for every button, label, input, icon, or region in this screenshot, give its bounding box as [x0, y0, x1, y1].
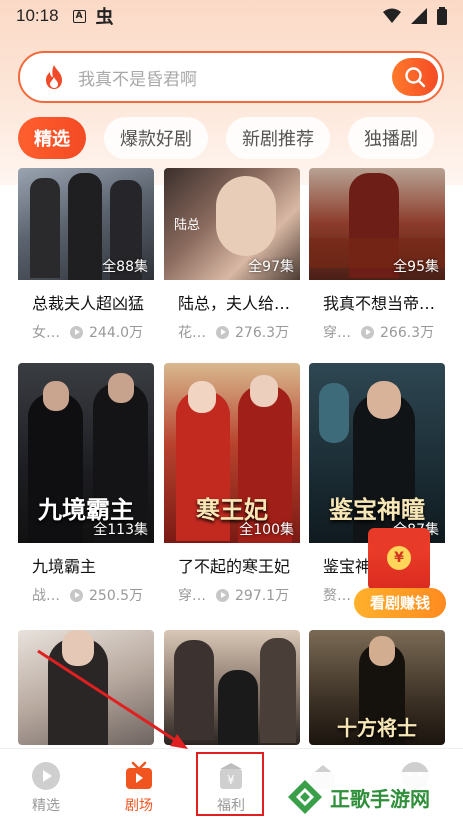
drama-genre: 战… [32, 588, 60, 604]
drama-title: 我真不想当帝… [323, 294, 436, 313]
drama-views: 266.3万 [380, 325, 435, 341]
poster-title: 十方将士 [337, 716, 417, 740]
drama-meta: 穿… 266.3万 [309, 314, 445, 342]
drama-card[interactable]: 九境霸主 全113集 九境霸主 战… 250.5万 [18, 363, 154, 605]
drama-poster[interactable]: 十方将士 [309, 630, 445, 745]
episode-count: 全97集 [248, 259, 294, 275]
episode-count: 全100集 [239, 522, 294, 538]
episode-count: 全95集 [393, 259, 439, 275]
drama-genre: 赘… [323, 588, 351, 604]
battery-icon [437, 7, 447, 25]
drama-card[interactable]: 寒王妃 全100集 了不起的寒王妃 穿… 297.1万 [164, 363, 300, 605]
drama-poster[interactable]: 陆总 全97集 [164, 168, 300, 280]
episode-count: 全88集 [102, 259, 148, 275]
nav-label: 剧场 [125, 798, 153, 814]
nav-label: 精选 [32, 798, 60, 814]
drama-views: 276.3万 [235, 325, 290, 341]
tab-new-dramas[interactable]: 新剧推荐 [226, 117, 330, 159]
drama-title: 陆总，夫人给… [178, 294, 291, 313]
play-count-icon [216, 588, 229, 602]
drama-card[interactable]: 陆总 全97集 陆总，夫人给… 花… 276.3万 [164, 168, 300, 342]
search-button[interactable] [392, 58, 438, 96]
drama-card[interactable] [164, 630, 300, 745]
search-bar[interactable]: 我真不是昏君啊 [18, 51, 444, 103]
drama-card[interactable] [18, 630, 154, 745]
play-count-icon [361, 325, 374, 339]
drama-card[interactable]: 全95集 我真不想当帝… 穿… 266.3万 [309, 168, 445, 342]
fire-icon [46, 65, 62, 89]
drama-poster[interactable]: 九境霸主 全113集 [18, 363, 154, 543]
drama-title: 了不起的寒王妃 [178, 557, 291, 576]
drama-genre: 花… [178, 325, 206, 341]
drama-meta: 穿… 297.1万 [164, 577, 300, 605]
tv-icon [126, 761, 152, 789]
play-circle-icon [32, 762, 60, 790]
drama-genre: 女… [32, 325, 60, 341]
wifi-icon [383, 8, 401, 23]
search-icon [405, 67, 426, 88]
a-notification-icon: A [72, 9, 86, 23]
watermark-logo-icon [288, 780, 322, 814]
nav-item-theater[interactable]: 剧场 [104, 749, 174, 823]
drama-views: 250.5万 [89, 588, 144, 604]
drama-poster[interactable]: 鉴宝神瞳 全87集 [309, 363, 445, 543]
drama-poster[interactable] [164, 630, 300, 745]
drama-genre: 穿… [178, 588, 206, 604]
drama-card[interactable]: 十方将士 [309, 630, 445, 745]
tab-hot-dramas[interactable]: 爆款好剧 [104, 117, 208, 159]
status-right-icons [383, 7, 447, 25]
drama-views: 244.0万 [89, 325, 144, 341]
tab-featured[interactable]: 精选 [18, 117, 86, 159]
drama-meta: 战… 250.5万 [18, 577, 154, 605]
drama-meta: 女… 244.0万 [18, 314, 154, 342]
search-input[interactable]: 我真不是昏君啊 [78, 65, 197, 90]
signal-icon [411, 8, 427, 24]
watermark-text: 正歌手游网 [330, 786, 430, 811]
nav-item-featured[interactable]: 精选 [11, 749, 81, 823]
drama-meta: 花… 276.3万 [164, 314, 300, 342]
watch-earn-label: 看剧赚钱 [354, 588, 446, 618]
highlight-box [196, 752, 264, 816]
site-watermark: 正歌手游网 [280, 772, 463, 822]
drama-poster[interactable] [18, 630, 154, 745]
coin-icon: ¥ [387, 546, 411, 570]
status-time: 10:18 [16, 6, 59, 25]
drama-genre: 穿… [323, 325, 351, 341]
bug-notification-icon: 虫 [95, 7, 114, 28]
drama-title: 九境霸主 [32, 557, 97, 576]
category-tabs: 精选 爆款好剧 新剧推荐 独播剧 [18, 117, 463, 161]
tab-exclusive[interactable]: 独播剧 [348, 117, 434, 159]
status-bar: 10:18 A 虫 [0, 0, 463, 32]
drama-poster[interactable]: 全88集 [18, 168, 154, 280]
drama-poster[interactable]: 寒王妃 全100集 [164, 363, 300, 543]
red-envelope-button[interactable]: ¥ 看剧赚钱 [354, 528, 446, 620]
drama-card[interactable]: 全88集 总裁夫人超凶猛 女… 244.0万 [18, 168, 154, 342]
drama-poster[interactable]: 全95集 [309, 168, 445, 280]
play-count-icon [216, 325, 229, 339]
drama-grid: 全88集 总裁夫人超凶猛 女… 244.0万 陆总 全97集 陆总，夫人给… 花… [0, 168, 463, 748]
episode-count: 全113集 [93, 522, 148, 538]
play-count-icon [70, 325, 83, 339]
drama-views: 297.1万 [235, 588, 290, 604]
play-count-icon [70, 588, 83, 602]
drama-title: 总裁夫人超凶猛 [32, 294, 145, 313]
